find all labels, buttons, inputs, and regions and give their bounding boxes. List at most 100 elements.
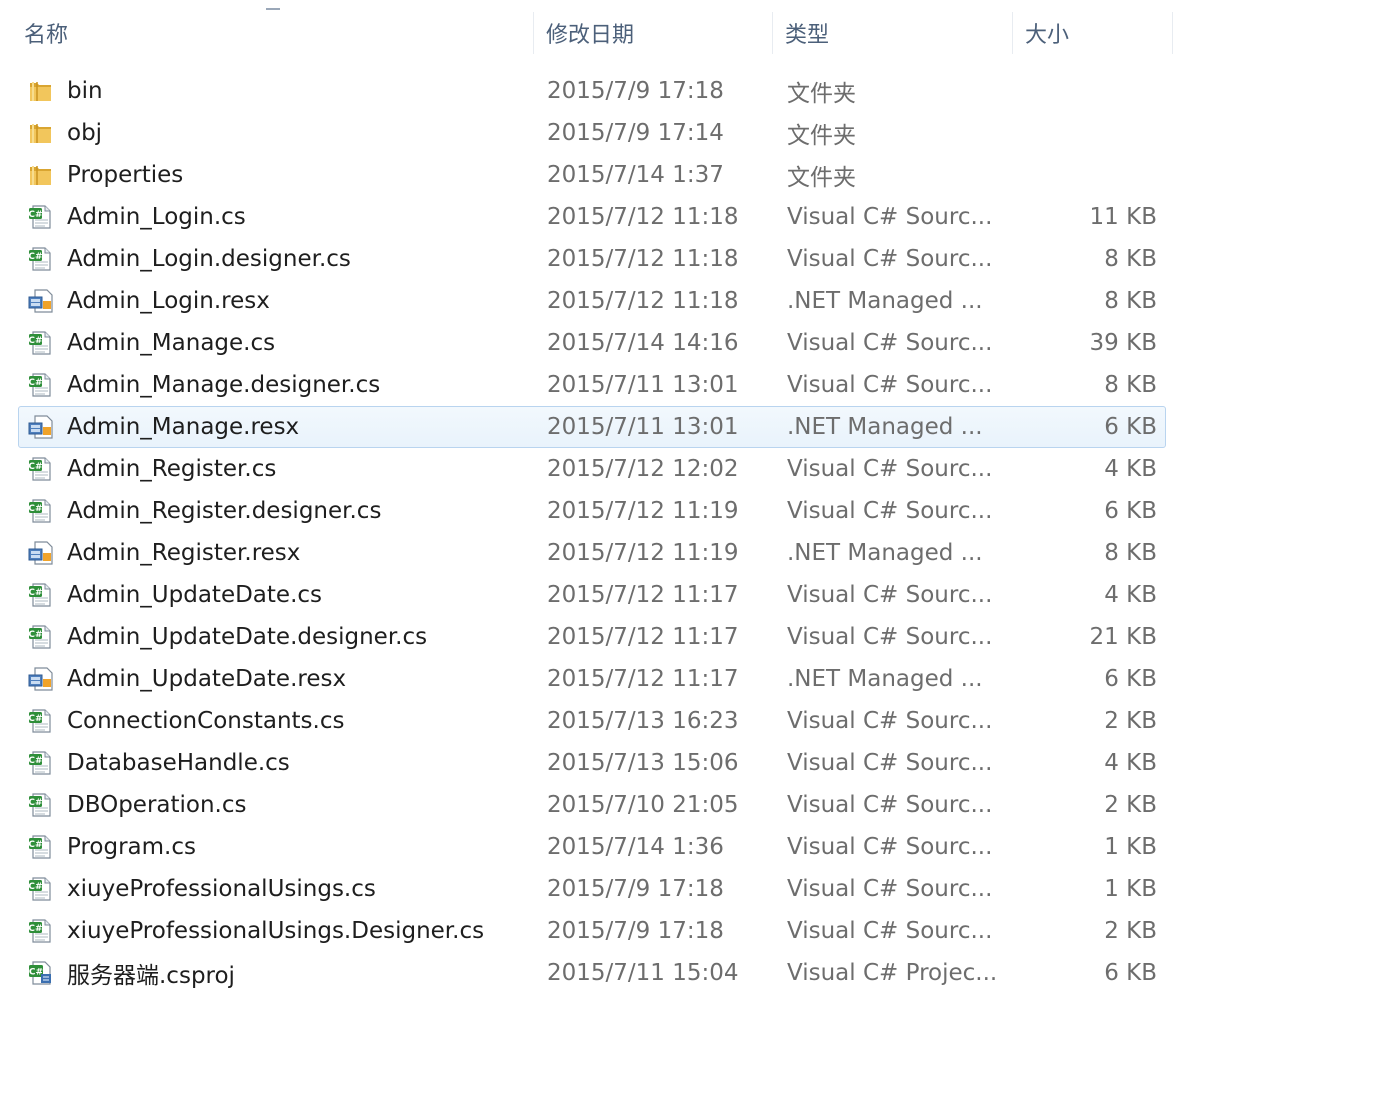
file-date: 2015/7/12 11:17 — [547, 624, 739, 650]
csharp-file-icon: C# — [27, 329, 55, 357]
file-row[interactable]: C# Admin_Login.cs 2015/7/12 11:18 Visual C#… — [18, 196, 1166, 238]
file-name: DBOperation.cs — [67, 792, 247, 818]
file-name: Admin_UpdateDate.resx — [67, 666, 347, 692]
file-type: Visual C# Sourc... — [787, 204, 993, 230]
svg-text:C#: C# — [28, 840, 42, 850]
file-row[interactable]: C# Admin_Login.designer.cs 2015/7/12 11:18… — [18, 238, 1166, 280]
folder-icon — [27, 161, 55, 189]
file-name: 服务器端.csproj — [67, 963, 235, 989]
column-separator[interactable] — [1172, 12, 1173, 54]
file-row[interactable]: C# xiuyeProfessionalUsings.cs 2015/7/9 17:… — [18, 868, 1166, 910]
file-size: 2 KB — [1104, 918, 1157, 944]
folder-icon — [27, 77, 55, 105]
file-type: Visual C# Sourc... — [787, 582, 993, 608]
column-header: 名称 修改日期 类型 大小 — [0, 10, 1387, 56]
file-row[interactable]: bin 2015/7/9 17:18 文件夹 — [18, 70, 1166, 112]
file-row[interactable]: Admin_Login.resx 2015/7/12 11:18 .NET Mana… — [18, 280, 1166, 322]
file-date: 2015/7/12 11:19 — [547, 540, 739, 566]
file-name: Admin_Login.resx — [67, 288, 270, 314]
svg-text:C#: C# — [28, 252, 42, 262]
file-size: 8 KB — [1104, 288, 1157, 314]
file-name: DatabaseHandle.cs — [67, 750, 290, 776]
file-type: 文件夹 — [787, 123, 856, 149]
csharp-file-icon: C# — [27, 875, 55, 903]
file-type: Visual C# Sourc... — [787, 372, 993, 398]
file-name: Admin_Login.designer.cs — [67, 246, 351, 272]
svg-text:C#: C# — [28, 504, 42, 514]
file-type: .NET Managed ... — [787, 414, 983, 440]
svg-text:C#: C# — [28, 924, 42, 934]
file-type: Visual C# Sourc... — [787, 708, 993, 734]
svg-text:C#: C# — [28, 714, 42, 724]
file-row[interactable]: Properties 2015/7/14 1:37 文件夹 — [18, 154, 1166, 196]
file-date: 2015/7/9 17:18 — [547, 918, 724, 944]
file-type: 文件夹 — [787, 81, 856, 107]
file-row[interactable]: C# 服务器端.csproj 2015/7/11 15:04 Visual C# Pr… — [18, 952, 1166, 994]
file-row[interactable]: obj 2015/7/9 17:14 文件夹 — [18, 112, 1166, 154]
resx-file-icon — [27, 665, 55, 693]
file-name: xiuyeProfessionalUsings.Designer.cs — [67, 918, 485, 944]
file-name: Admin_Manage.resx — [67, 414, 300, 440]
file-size: 8 KB — [1104, 540, 1157, 566]
file-row[interactable]: C# xiuyeProfessionalUsings.Designer.cs 201… — [18, 910, 1166, 952]
file-date: 2015/7/14 1:37 — [547, 162, 724, 188]
file-name: Admin_Login.cs — [67, 204, 246, 230]
file-date: 2015/7/12 12:02 — [547, 456, 739, 482]
csproj-file-icon: C# — [27, 959, 55, 987]
file-row[interactable]: C# Admin_Register.designer.cs 2015/7/12 11… — [18, 490, 1166, 532]
column-header-date[interactable]: 修改日期 — [534, 10, 772, 56]
file-type: Visual C# Sourc... — [787, 834, 993, 860]
top-border — [0, 0, 1387, 10]
csharp-file-icon: C# — [27, 833, 55, 861]
file-date: 2015/7/12 11:17 — [547, 582, 739, 608]
file-name: Program.cs — [67, 834, 196, 860]
file-date: 2015/7/9 17:18 — [547, 78, 724, 104]
file-date: 2015/7/12 11:18 — [547, 204, 739, 230]
file-date: 2015/7/11 15:04 — [547, 960, 739, 986]
file-type: 文件夹 — [787, 165, 856, 191]
file-type: Visual C# Sourc... — [787, 918, 993, 944]
file-size: 11 KB — [1089, 204, 1157, 230]
file-row[interactable]: C# Program.cs 2015/7/14 1:36 Visual C# Sour… — [18, 826, 1166, 868]
csharp-file-icon: C# — [27, 791, 55, 819]
file-size: 4 KB — [1104, 750, 1157, 776]
file-date: 2015/7/13 16:23 — [547, 708, 739, 734]
csharp-file-icon: C# — [27, 497, 55, 525]
file-type: Visual C# Sourc... — [787, 498, 993, 524]
file-date: 2015/7/12 11:17 — [547, 666, 739, 692]
resx-file-icon — [27, 287, 55, 315]
csharp-file-icon: C# — [27, 455, 55, 483]
file-type: Visual C# Sourc... — [787, 876, 993, 902]
file-row[interactable]: Admin_Register.resx 2015/7/12 11:19 .NET M… — [18, 532, 1166, 574]
file-row[interactable]: C# ConnectionConstants.cs 2015/7/13 16:23 V… — [18, 700, 1166, 742]
csharp-file-icon: C# — [27, 581, 55, 609]
file-row[interactable]: Admin_UpdateDate.resx 2015/7/12 11:17 .NET… — [18, 658, 1166, 700]
file-size: 2 KB — [1104, 792, 1157, 818]
column-header-type[interactable]: 类型 — [773, 10, 1011, 56]
file-row[interactable]: C# Admin_Manage.designer.cs 2015/7/11 13:0… — [18, 364, 1166, 406]
file-name: Admin_Register.cs — [67, 456, 277, 482]
file-row[interactable]: Admin_Manage.resx 2015/7/11 13:01 .NET Man… — [18, 406, 1166, 448]
svg-text:C#: C# — [28, 378, 42, 388]
file-row[interactable]: C# Admin_UpdateDate.designer.cs 2015/7/12 … — [18, 616, 1166, 658]
column-header-name[interactable]: 名称 — [12, 10, 532, 56]
file-size: 6 KB — [1104, 960, 1157, 986]
file-row[interactable]: C# Admin_Manage.cs 2015/7/14 14:16 Visual C… — [18, 322, 1166, 364]
file-row[interactable]: C# Admin_UpdateDate.cs 2015/7/12 11:17 Visu… — [18, 574, 1166, 616]
file-size — [1019, 71, 1157, 111]
file-date: 2015/7/10 21:05 — [547, 792, 739, 818]
csharp-file-icon: C# — [27, 371, 55, 399]
file-size: 6 KB — [1104, 498, 1157, 524]
svg-text:C#: C# — [28, 210, 42, 220]
csharp-file-icon: C# — [27, 707, 55, 735]
file-row[interactable]: C# Admin_Register.cs 2015/7/12 12:02 Visual… — [18, 448, 1166, 490]
column-header-size[interactable]: 大小 — [1013, 10, 1171, 56]
file-type: .NET Managed ... — [787, 540, 983, 566]
file-date: 2015/7/11 13:01 — [547, 414, 739, 440]
file-size: 21 KB — [1089, 624, 1157, 650]
file-row[interactable]: C# DatabaseHandle.cs 2015/7/13 15:06 Visual… — [18, 742, 1166, 784]
file-name: Admin_Register.designer.cs — [67, 498, 382, 524]
file-name: bin — [67, 78, 103, 104]
file-row[interactable]: C# DBOperation.cs 2015/7/10 21:05 Visual C#… — [18, 784, 1166, 826]
file-size: 1 KB — [1104, 834, 1157, 860]
